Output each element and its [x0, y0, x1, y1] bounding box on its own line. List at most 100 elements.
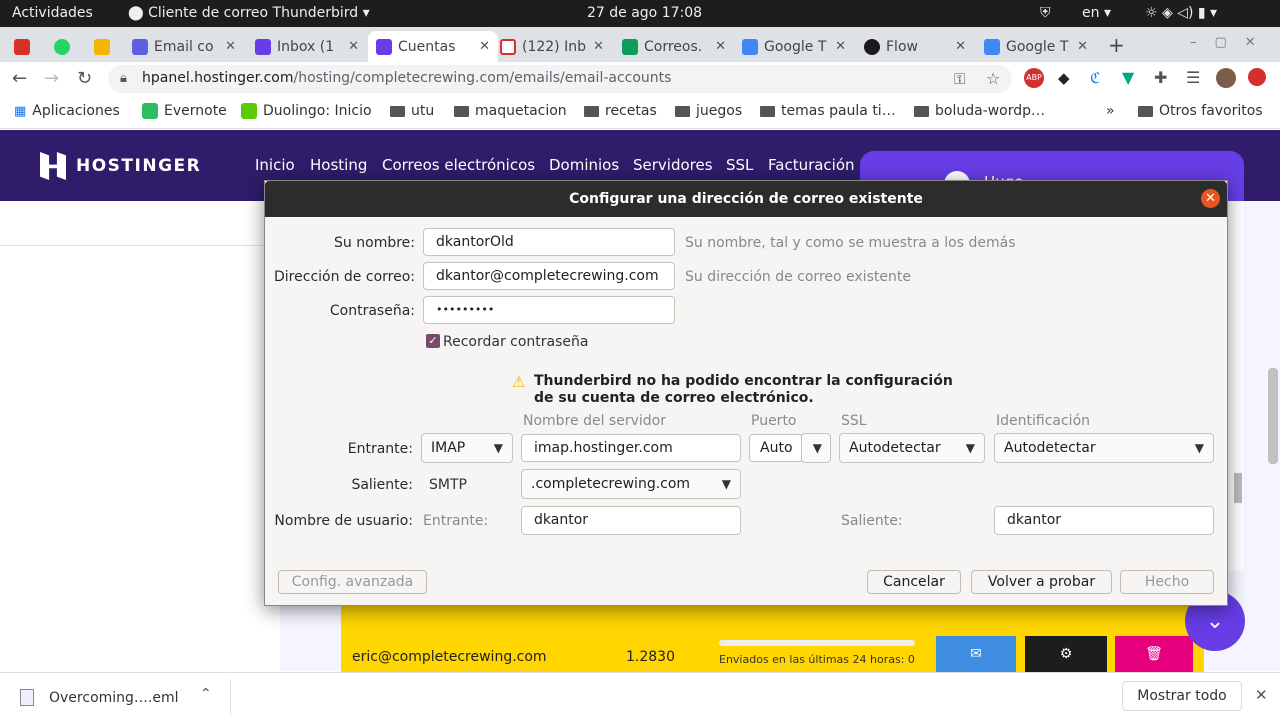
incoming-auth-select[interactable]: Autodetectar ▼ — [994, 433, 1214, 463]
username-incoming-field[interactable]: dkantor — [521, 506, 741, 535]
close-icon[interactable]: ✕ — [225, 39, 244, 54]
tab-cuentas[interactable]: Cuentas ✕ — [368, 31, 498, 62]
back-icon[interactable]: ← — [12, 68, 27, 89]
folder-icon — [454, 105, 469, 117]
email-account-row[interactable]: eric@completecrewing.com 1.2830 Enviados… — [341, 602, 1204, 672]
profile-avatar[interactable] — [1216, 68, 1236, 88]
bookmark-temas-paula[interactable]: temas paula ti… — [760, 103, 896, 119]
name-field[interactable]: dkantorOld — [423, 228, 675, 256]
clock[interactable]: 27 de ago 17:08 — [587, 5, 702, 21]
tab-inbox[interactable]: Inbox (1 ✕ — [255, 31, 367, 62]
star-icon[interactable]: ☆ — [986, 69, 1000, 88]
bookmark-apps[interactable]: ▦ Aplicaciones — [14, 103, 120, 119]
hostinger-logo-text[interactable]: HOSTINGER — [76, 156, 201, 176]
bookmarks-overflow-icon[interactable]: » — [1106, 103, 1115, 119]
password-field[interactable]: ••••••••• — [423, 296, 675, 324]
new-tab-button[interactable]: + — [1108, 33, 1125, 57]
incoming-protocol-select[interactable]: IMAP ▼ — [421, 433, 513, 463]
forward-icon[interactable]: → — [44, 68, 59, 89]
done-button[interactable]: Hecho — [1120, 570, 1214, 594]
extensions-puzzle-icon[interactable]: ✚ — [1154, 68, 1167, 87]
extension-pin-icon[interactable]: ◆ — [1058, 69, 1070, 87]
status-icons[interactable]: ☼ ◈ ◁) ▮ ▾ — [1145, 5, 1217, 21]
close-icon[interactable]: ✕ — [955, 39, 974, 54]
tab-inbox-122[interactable]: (122) Inb ✕ — [500, 31, 612, 62]
bookmark-other-favorites[interactable]: Otros favoritos — [1138, 103, 1263, 119]
window-controls[interactable]: –▢✕ — [1190, 35, 1274, 50]
gears-icon: ⚙ — [1059, 646, 1073, 662]
lock-icon[interactable]: 🔒︎ — [120, 71, 127, 86]
bookmark-juegos[interactable]: juegos — [675, 103, 742, 119]
tab-monday[interactable] — [94, 31, 124, 62]
tab-gmail[interactable] — [14, 31, 44, 62]
tab-flow[interactable]: Flow ✕ — [864, 31, 974, 62]
tab-whatsapp[interactable] — [54, 31, 84, 62]
activities-button[interactable]: Actividades — [12, 5, 93, 21]
incoming-port-dropdown[interactable]: ▼ — [801, 433, 831, 463]
hostinger-logo-icon[interactable] — [40, 152, 66, 180]
close-icon[interactable]: ✕ — [1201, 189, 1220, 208]
inner-scrollbar[interactable] — [1232, 228, 1244, 512]
close-icon[interactable]: ✕ — [348, 39, 367, 54]
tab-google-translate[interactable]: Google T ✕ — [742, 31, 854, 62]
nav-facturacion[interactable]: Facturación — [768, 156, 855, 174]
tab-google-translate-2[interactable]: Google T ✕ — [984, 31, 1096, 62]
username-label: Nombre de usuario: — [274, 513, 413, 529]
app-menu[interactable]: ⬤ Cliente de correo Thunderbird ▾ — [128, 5, 370, 21]
page-scrollbar-thumb[interactable] — [1268, 368, 1278, 464]
remember-password-label[interactable]: Recordar contraseña — [443, 334, 588, 350]
extension-c-icon[interactable]: ℭ — [1090, 69, 1101, 87]
tab-email[interactable]: Email co ✕ — [132, 31, 244, 62]
remember-password-checkbox[interactable]: ✓ — [426, 334, 440, 348]
settings-action-button[interactable]: ⚙ — [1025, 636, 1107, 672]
advanced-config-button[interactable]: Config. avanzada — [278, 570, 427, 594]
nav-ssl[interactable]: SSL — [726, 156, 753, 174]
show-all-button[interactable]: Mostrar todo — [1122, 681, 1242, 711]
url-text[interactable]: hpanel.hostinger.com/hosting/completecre… — [142, 70, 671, 86]
nav-servidores[interactable]: Servidores — [633, 156, 713, 174]
close-icon[interactable]: ✕ — [593, 39, 612, 54]
inner-scrollbar-thumb[interactable] — [1234, 473, 1242, 503]
nav-inicio[interactable]: Inicio — [255, 156, 295, 174]
username-outgoing-field[interactable]: dkantor — [994, 506, 1214, 535]
close-icon[interactable]: ✕ — [479, 39, 498, 54]
reading-list-icon[interactable]: ☰ — [1186, 68, 1200, 87]
vue-devtools-icon[interactable]: ▼ — [1122, 68, 1134, 87]
bookmark-recetas[interactable]: recetas — [584, 103, 657, 119]
bookmark-utu[interactable]: utu — [390, 103, 434, 119]
incoming-port-field[interactable]: Auto — [749, 434, 803, 462]
close-icon[interactable]: ✕ — [835, 39, 854, 54]
nav-correos[interactable]: Correos electrónicos — [382, 156, 535, 174]
incoming-server-field[interactable]: imap.hostinger.com — [521, 434, 741, 462]
bookmark-maquetacion[interactable]: maquetacion — [454, 103, 567, 119]
column-ssl: SSL — [841, 413, 867, 429]
update-icon[interactable] — [1248, 68, 1266, 86]
language-selector[interactable]: en ▾ — [1082, 5, 1111, 21]
nav-dominios[interactable]: Dominios — [549, 156, 619, 174]
key-icon[interactable]: ⚿ — [954, 70, 965, 88]
chevron-up-icon[interactable]: ⌃ — [200, 686, 212, 702]
close-icon[interactable]: ✕ — [1077, 39, 1096, 54]
bookmark-evernote[interactable]: Evernote — [142, 103, 227, 119]
tab-correos[interactable]: Correos. ✕ — [622, 31, 734, 62]
nav-hosting[interactable]: Hosting — [310, 156, 367, 174]
retry-button[interactable]: Volver a probar — [971, 570, 1112, 594]
row-sent-status: Enviados en las últimas 24 horas: 0 — [719, 653, 915, 666]
bookmark-duolingo[interactable]: Duolingo: Inicio — [241, 103, 372, 119]
incoming-ssl-select[interactable]: Autodetectar ▼ — [839, 433, 985, 463]
email-field[interactable]: dkantor@completecrewing.com — [423, 262, 675, 290]
outgoing-server-select[interactable]: .completecrewing.com ▼ — [521, 469, 741, 499]
adblock-icon[interactable]: ABP — [1024, 68, 1044, 88]
cancel-button[interactable]: Cancelar — [867, 570, 961, 594]
mail-action-button[interactable]: ✉ — [936, 636, 1016, 672]
column-port: Puerto — [751, 413, 797, 429]
chevron-down-icon: ▼ — [721, 477, 731, 491]
close-icon[interactable]: ✕ — [1255, 686, 1268, 704]
reload-icon[interactable]: ↻ — [77, 68, 92, 89]
download-filename[interactable]: Overcoming….eml — [49, 690, 179, 706]
close-icon[interactable]: ✕ — [715, 39, 734, 54]
column-authentication: Identificación — [996, 413, 1091, 429]
chevron-down-icon: ▼ — [812, 441, 822, 455]
bookmark-boluda-wordpress[interactable]: boluda-wordp… — [914, 103, 1045, 119]
delete-action-button[interactable]: 🗑︎ — [1115, 636, 1193, 672]
